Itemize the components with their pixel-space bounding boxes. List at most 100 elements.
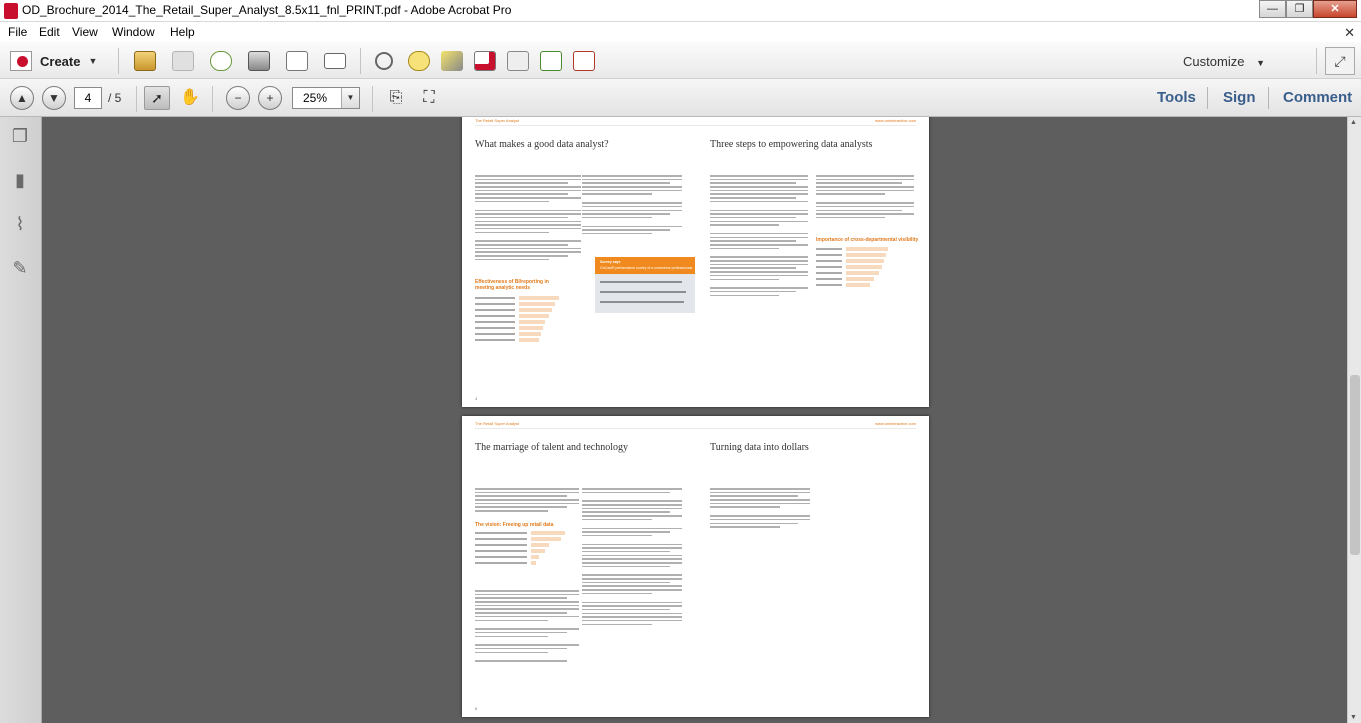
body-text-column [816, 175, 914, 221]
pane-divider [1268, 87, 1269, 109]
callout-header: Survey says OnCast® performance survey o… [595, 257, 695, 274]
edit-form-icon[interactable] [286, 51, 308, 71]
mini-bar-chart [475, 296, 580, 344]
page-header-right: www.oninteractive.com [875, 421, 916, 426]
page-number-input[interactable] [74, 87, 102, 109]
body-text-column [582, 488, 682, 627]
create-pdf-icon [10, 51, 32, 71]
highlight-icon[interactable] [441, 51, 463, 71]
body-text-column [710, 488, 810, 530]
open-folder-icon[interactable] [134, 51, 156, 71]
zoom-value: 25% [303, 91, 328, 105]
body-text-column [475, 175, 581, 262]
signatures-icon[interactable]: ✎ [10, 257, 30, 279]
page-total: / 5 [108, 91, 122, 105]
toolbar-divider [372, 86, 373, 112]
comment-bubble-icon[interactable] [408, 51, 430, 71]
mini-bar-chart [816, 247, 914, 289]
customize-button[interactable]: Customize ▼ [1183, 54, 1265, 69]
save-icon[interactable] [172, 51, 194, 71]
scrolling-mode-icon[interactable]: ⎘ [384, 87, 408, 109]
pdf-page: The Retail Super Analyst www.oninteracti… [462, 117, 929, 407]
hand-tool-icon[interactable]: ✋ [178, 87, 202, 109]
document-view[interactable]: The Retail Super Analyst www.oninteracti… [42, 117, 1347, 723]
restore-button[interactable]: ❐ [1286, 0, 1313, 18]
main-toolbar: Create ▼ Customize ▼ ⤢ [0, 42, 1361, 79]
document-close-icon[interactable]: ✕ [1344, 25, 1355, 41]
minimize-button[interactable]: — [1259, 0, 1286, 18]
toolbar-divider [118, 48, 119, 74]
scrollbar-thumb[interactable] [1350, 375, 1360, 555]
fullscreen-icon[interactable]: ⤢ [1325, 47, 1355, 75]
page-heading-left: What makes a good data analyst? [475, 139, 609, 150]
toolbar-divider [136, 86, 137, 112]
select-tool-icon[interactable]: ➚ [144, 86, 170, 110]
menu-edit[interactable]: Edit [39, 25, 60, 39]
title-bar: OD_Brochure_2014_The_Retail_Super_Analys… [0, 0, 1361, 22]
export-icon[interactable] [540, 51, 562, 71]
page-heading-right: Turning data into dollars [710, 442, 809, 453]
page-thumbnails-icon[interactable]: ❐ [10, 125, 30, 147]
tools-pane-button[interactable]: Tools [1157, 89, 1196, 106]
upload-cloud-icon[interactable] [210, 51, 232, 71]
survey-callout-box: Survey says OnCast® performance survey o… [595, 257, 695, 313]
scroll-up-icon[interactable]: ▲ [1350, 119, 1357, 126]
header-rule [475, 428, 916, 429]
body-text-column [475, 488, 579, 514]
body-text-column [582, 175, 682, 237]
chevron-down-icon: ▼ [1256, 58, 1265, 68]
extract-icon[interactable] [507, 51, 529, 71]
redact-icon[interactable] [474, 51, 496, 71]
zoom-level-select[interactable]: 25% ▼ [292, 87, 360, 109]
zoom-out-button[interactable]: − [226, 86, 250, 110]
acrobat-app-icon [4, 3, 18, 19]
sign-pane-button[interactable]: Sign [1223, 89, 1256, 106]
callout-title: Survey says [600, 260, 621, 264]
previous-page-button[interactable]: ▲ [10, 86, 34, 110]
navigation-toolbar: ▲ ▼ / 5 ➚ ✋ − + 25% ▼ ⎘ ⛶ Tools Sign Com… [0, 79, 1361, 117]
customize-label: Customize [1183, 54, 1245, 69]
page-number: 4 [475, 396, 478, 401]
menu-bar: File Edit View Window Help ✕ [0, 22, 1361, 42]
menu-view[interactable]: View [72, 25, 98, 39]
print-icon[interactable] [248, 51, 270, 71]
page-header-left: The Retail Super Analyst [475, 118, 520, 123]
close-button[interactable]: ✕ [1313, 0, 1357, 18]
window-controls: — ❐ ✕ [1259, 0, 1357, 18]
zoom-in-button[interactable]: + [258, 86, 282, 110]
gear-icon[interactable] [375, 52, 393, 70]
page-header-left: The Retail Super Analyst [475, 421, 520, 426]
email-icon[interactable] [324, 53, 346, 69]
bookmarks-icon[interactable]: ▮ [10, 169, 30, 191]
toolbar-divider [1316, 48, 1317, 74]
next-page-button[interactable]: ▼ [42, 86, 66, 110]
menu-window[interactable]: Window [112, 25, 155, 39]
scroll-down-icon[interactable]: ▼ [1350, 714, 1357, 721]
menu-help[interactable]: Help [170, 25, 195, 39]
callout-subtitle: OnCast® performance survey of e-commerce… [600, 266, 693, 270]
chart-title: meeting analytic needs [475, 285, 531, 291]
chart-title: The vision: Freeing up retail data [475, 522, 554, 528]
page-heading-right: Three steps to empowering data analysts [710, 139, 873, 150]
toolbar-divider [212, 86, 213, 112]
page-number: 6 [475, 706, 478, 711]
attachments-icon[interactable]: ⌇ [10, 213, 30, 235]
body-text-column [475, 590, 579, 664]
toolbar-divider [360, 48, 361, 74]
body-text-column [710, 175, 808, 298]
comment-pane-button[interactable]: Comment [1283, 89, 1352, 106]
chevron-down-icon[interactable]: ▼ [341, 88, 359, 108]
window-title: OD_Brochure_2014_The_Retail_Super_Analys… [22, 3, 512, 17]
vertical-scrollbar[interactable]: ▲ ▼ [1347, 117, 1361, 723]
navigation-pane: ❐ ▮ ⌇ ✎ [0, 117, 42, 723]
page-heading-left: The marriage of talent and technology [475, 442, 628, 453]
header-rule [475, 125, 916, 126]
create-label: Create [40, 53, 81, 69]
share-icon[interactable] [573, 51, 595, 71]
create-button[interactable]: Create ▼ [10, 50, 97, 72]
chevron-down-icon: ▼ [88, 56, 98, 66]
menu-file[interactable]: File [8, 25, 27, 39]
page-header-right: www.oninteractive.com [875, 118, 916, 123]
chart-title: Importance of cross-departmental visibil… [816, 237, 919, 243]
fit-page-icon[interactable]: ⛶ [417, 87, 441, 109]
